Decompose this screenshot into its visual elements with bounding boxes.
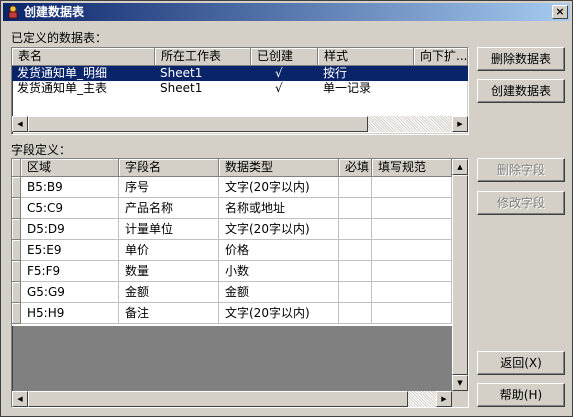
- col-header-table-name[interactable]: 表名: [12, 48, 155, 66]
- grid-vertical-scrollbar[interactable]: ▲ ▼: [452, 159, 468, 391]
- table-row[interactable]: F5:F9 数量 小数: [12, 261, 468, 282]
- edit-field-button[interactable]: 修改字段: [477, 191, 565, 215]
- sheet-cell: Sheet1: [160, 66, 203, 80]
- row-header: [12, 261, 21, 282]
- data-type-cell: 价格: [219, 240, 339, 261]
- style-cell: 单一记录: [323, 81, 372, 95]
- area-cell: H5:H9: [21, 303, 119, 324]
- area-cell: C5:C9: [21, 198, 119, 219]
- col-header-area[interactable]: 区域: [21, 159, 119, 177]
- area-cell: B5:B9: [21, 177, 119, 198]
- defined-tables-label: 已定义的数据表：: [11, 31, 108, 45]
- created-cell: √: [275, 66, 283, 80]
- grid-horizontal-scrollbar[interactable]: ◀ ▶: [12, 391, 452, 407]
- col-header-created[interactable]: 已创建: [251, 48, 318, 66]
- scroll-right-icon[interactable]: ▶: [452, 116, 468, 132]
- row-header: [12, 282, 21, 303]
- fill-rule-cell: [372, 177, 452, 198]
- tables-horizontal-scrollbar[interactable]: ◀ ▶: [12, 116, 468, 132]
- table-row[interactable]: 发货通知单_明细 Sheet1 √ 按行: [12, 66, 468, 81]
- sheet-cell: Sheet1: [160, 81, 203, 95]
- required-cell: [339, 198, 372, 219]
- scroll-down-icon[interactable]: ▼: [452, 375, 468, 391]
- dialog-window: 创建数据表 × 已定义的数据表： 表名 所在工作表 已创建 样式 向下扩... …: [0, 0, 573, 417]
- fill-rule-cell: [372, 240, 452, 261]
- data-type-cell: 文字(20字以内): [219, 219, 339, 240]
- scroll-corner: [452, 391, 468, 407]
- defined-tables-list[interactable]: 表名 所在工作表 已创建 样式 向下扩... 发货通知单_明细 Sheet1 √…: [11, 47, 469, 135]
- row-header: [12, 177, 21, 198]
- table-row[interactable]: G5:G9 金额 金额: [12, 282, 468, 303]
- table-row[interactable]: B5:B9 序号 文字(20字以内): [12, 177, 468, 198]
- back-button[interactable]: 返回(X): [477, 351, 565, 375]
- area-cell: G5:G9: [21, 282, 119, 303]
- table-row[interactable]: E5:E9 单价 价格: [12, 240, 468, 261]
- field-name-cell: 序号: [119, 177, 219, 198]
- row-header: [12, 219, 21, 240]
- col-header-field-name[interactable]: 字段名: [119, 159, 219, 177]
- col-header-fill-rule[interactable]: 填写规范: [372, 159, 452, 177]
- data-type-cell: 文字(20字以内): [219, 177, 339, 198]
- table-row[interactable]: D5:D9 计量单位 文字(20字以内): [12, 219, 468, 240]
- field-name-cell: 计量单位: [119, 219, 219, 240]
- col-header-expand-down[interactable]: 向下扩...: [414, 48, 468, 66]
- required-cell: [339, 177, 372, 198]
- col-header-sheet[interactable]: 所在工作表: [155, 48, 251, 66]
- created-cell: √: [275, 81, 283, 95]
- app-icon: [8, 5, 18, 19]
- field-def-label: 字段定义：: [11, 143, 72, 157]
- create-table-button[interactable]: 创建数据表: [477, 79, 565, 103]
- area-cell: E5:E9: [21, 240, 119, 261]
- scroll-thumb[interactable]: [452, 175, 468, 375]
- table-name-cell: 发货通知单_明细: [17, 66, 108, 80]
- title-bar[interactable]: 创建数据表 ×: [3, 3, 570, 21]
- style-cell: 按行: [323, 66, 348, 80]
- scroll-up-icon[interactable]: ▲: [452, 159, 468, 175]
- data-type-cell: 名称或地址: [219, 198, 339, 219]
- row-header: [12, 198, 21, 219]
- close-icon: ×: [555, 5, 565, 18]
- required-cell: [339, 282, 372, 303]
- fill-rule-cell: [372, 282, 452, 303]
- table-name-cell: 发货通知单_主表: [17, 81, 108, 95]
- required-cell: [339, 261, 372, 282]
- field-name-cell: 单价: [119, 240, 219, 261]
- required-cell: [339, 240, 372, 261]
- area-cell: F5:F9: [21, 261, 119, 282]
- table-row[interactable]: H5:H9 备注 文字(20字以内): [12, 303, 468, 324]
- col-header-required[interactable]: 必填: [339, 159, 372, 177]
- scroll-right-icon[interactable]: ▶: [436, 391, 452, 407]
- area-cell: D5:D9: [21, 219, 119, 240]
- data-type-cell: 金额: [219, 282, 339, 303]
- row-header: [12, 240, 21, 261]
- delete-table-button[interactable]: 删除数据表: [477, 47, 565, 71]
- delete-field-button[interactable]: 删除字段: [477, 158, 565, 182]
- field-grid[interactable]: 区域 字段名 数据类型 必填 填写规范 B5:B9 序号 文字(20字以内) C…: [11, 158, 469, 408]
- data-type-cell: 小数: [219, 261, 339, 282]
- window-title: 创建数据表: [24, 5, 85, 19]
- fill-rule-cell: [372, 198, 452, 219]
- fill-rule-cell: [372, 261, 452, 282]
- field-name-cell: 备注: [119, 303, 219, 324]
- scroll-left-icon[interactable]: ◀: [12, 391, 28, 407]
- field-name-cell: 产品名称: [119, 198, 219, 219]
- row-header: [12, 303, 21, 324]
- fill-rule-cell: [372, 219, 452, 240]
- grid-corner: [12, 159, 21, 177]
- scroll-left-icon[interactable]: ◀: [12, 116, 28, 132]
- scroll-thumb[interactable]: [28, 391, 408, 407]
- col-header-data-type[interactable]: 数据类型: [219, 159, 339, 177]
- fill-rule-cell: [372, 303, 452, 324]
- field-name-cell: 数量: [119, 261, 219, 282]
- close-button[interactable]: ×: [552, 5, 568, 19]
- required-cell: [339, 219, 372, 240]
- table-row[interactable]: 发货通知单_主表 Sheet1 √ 单一记录: [12, 81, 468, 96]
- help-button[interactable]: 帮助(H): [477, 383, 565, 407]
- scroll-thumb[interactable]: [28, 116, 368, 132]
- table-row[interactable]: C5:C9 产品名称 名称或地址: [12, 198, 468, 219]
- col-header-style[interactable]: 样式: [318, 48, 414, 66]
- data-type-cell: 文字(20字以内): [219, 303, 339, 324]
- required-cell: [339, 303, 372, 324]
- field-name-cell: 金额: [119, 282, 219, 303]
